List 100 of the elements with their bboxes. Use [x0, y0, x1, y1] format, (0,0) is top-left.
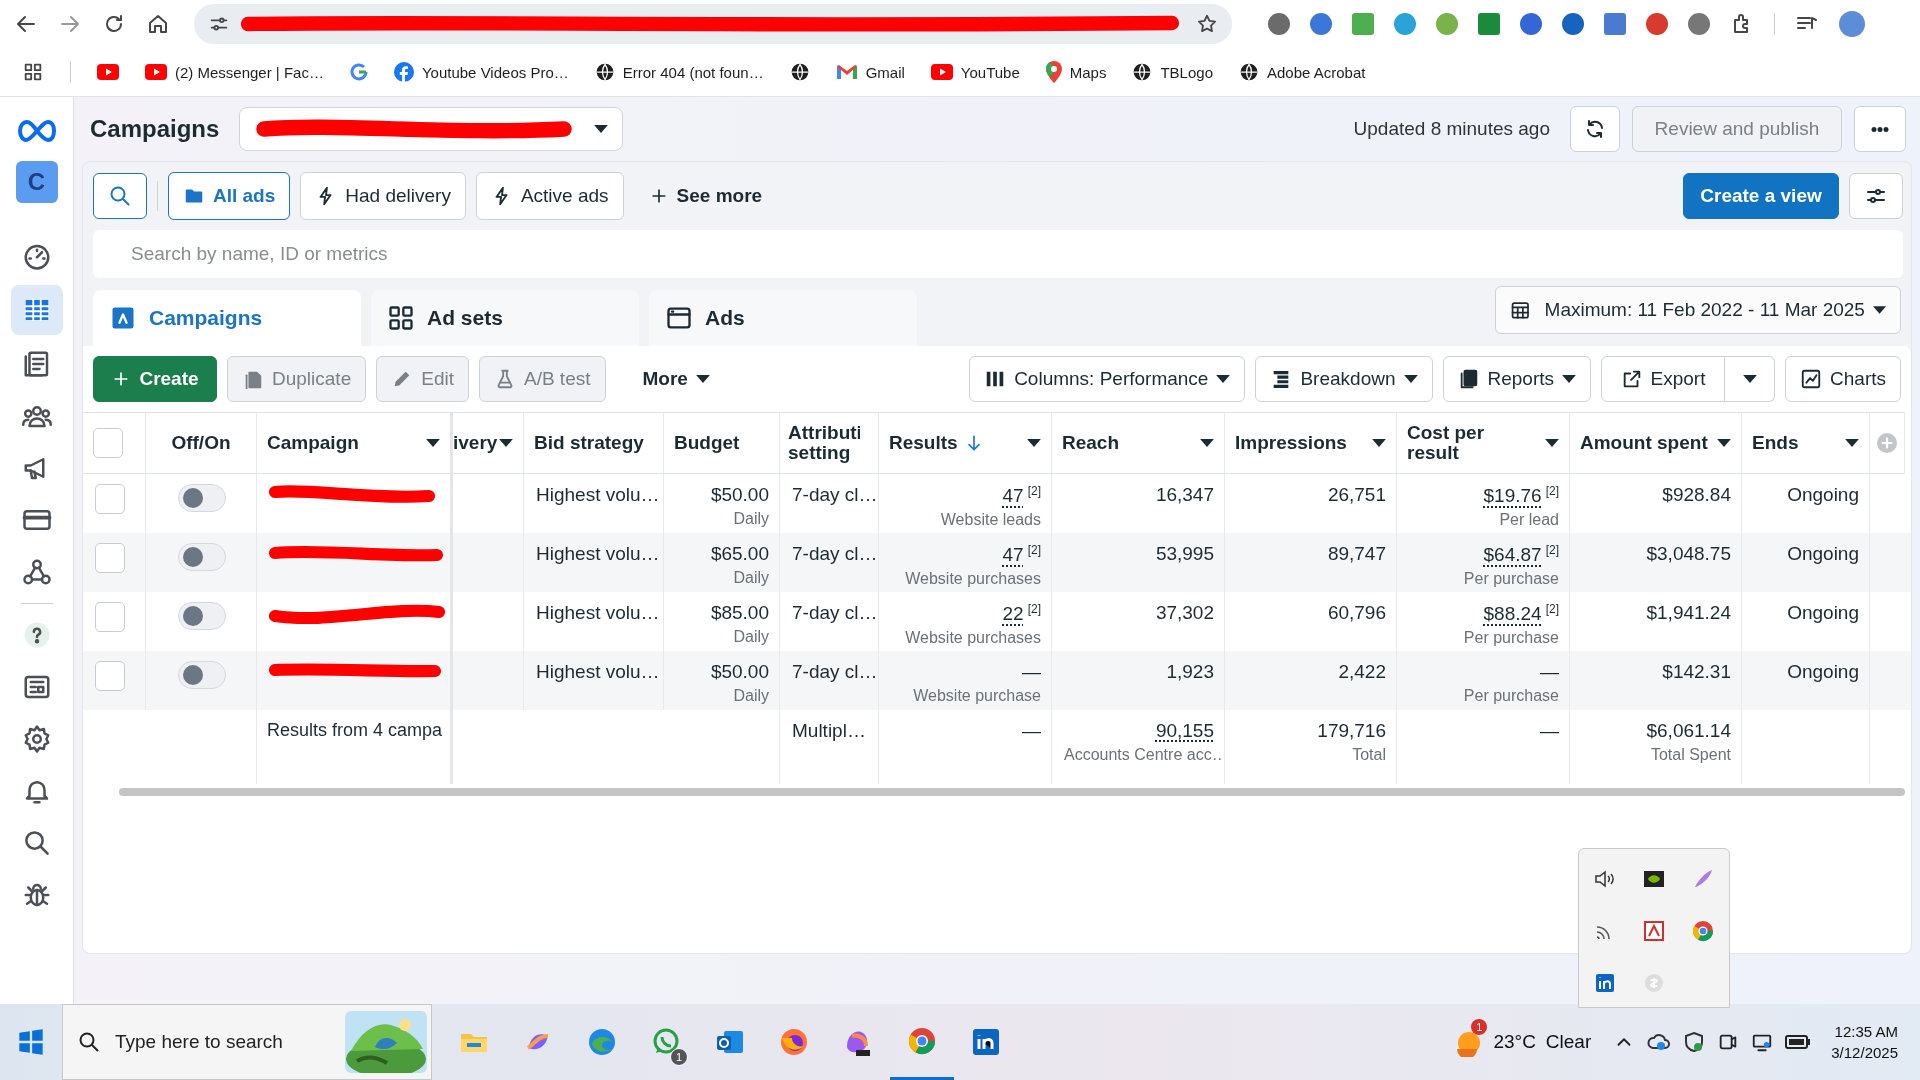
bookmark-link[interactable]: Adobe Acrobat	[1267, 63, 1366, 81]
toolbar-button[interactable]: Charts	[1785, 356, 1901, 402]
caret-icon[interactable]	[1717, 439, 1731, 447]
wave-icon[interactable]	[586, 1026, 618, 1058]
footnote-mark[interactable]: [2]	[1545, 602, 1559, 616]
footnote-mark[interactable]: [2]	[1027, 543, 1041, 557]
extension-icon[interactable]	[1688, 13, 1710, 35]
bookmark-link[interactable]: Error 404 (not foun…	[622, 63, 764, 81]
table-row[interactable]: Highest volu… $50.00 Daily 7-day cl… — Website purchase 1,923 2,422 — Per purchase $142.31 Ongoing	[83, 651, 1911, 710]
home-icon[interactable]	[146, 12, 170, 36]
toolbar-button[interactable]: Columns: Performance	[969, 356, 1246, 402]
filter-chip[interactable]: Active ads	[475, 172, 624, 220]
checkbox[interactable]	[95, 602, 125, 632]
level-tab[interactable]: Campaigns	[93, 290, 361, 346]
extension-icon[interactable]	[1520, 13, 1542, 35]
bookmark-link[interactable]: (2) Messenger | Fac…	[175, 63, 324, 81]
checkbox[interactable]	[95, 484, 125, 514]
toggle-switch[interactable]	[178, 543, 226, 571]
toggle-switch[interactable]	[178, 602, 226, 630]
fox-icon[interactable]	[778, 1026, 810, 1058]
search-button[interactable]	[93, 173, 147, 219]
address-bar[interactable]	[194, 4, 1232, 44]
more-menu-button[interactable]: More	[627, 356, 725, 402]
caret-icon[interactable]	[1200, 439, 1214, 447]
battery-icon[interactable]	[1785, 1034, 1812, 1050]
extension-icon[interactable]	[1646, 13, 1668, 35]
extension-icon[interactable]	[1268, 13, 1290, 35]
column-header[interactable]: Reach	[1052, 412, 1225, 474]
footnote-mark[interactable]: [2]	[1027, 484, 1041, 498]
see-more-button[interactable]: See more	[633, 173, 778, 219]
column-header[interactable]: Results	[879, 412, 1052, 474]
date-range-button[interactable]: Maximum: 11 Feb 2022 - 11 Mar 2025	[1495, 286, 1901, 334]
column-header[interactable]: Amount spent	[1570, 412, 1742, 474]
footnote-mark[interactable]: [2]	[1027, 602, 1041, 616]
scrollbar[interactable]	[119, 788, 1905, 796]
browser-icon[interactable]	[1690, 919, 1715, 943]
caret-icon[interactable]	[1372, 439, 1386, 447]
bookmark-link[interactable]: TBLogo	[1160, 63, 1213, 81]
table-cell: 37,302	[1155, 602, 1214, 623]
account-dropdown[interactable]	[239, 107, 624, 151]
bookmark-link[interactable]: Gmail	[865, 63, 905, 81]
windows-icon[interactable]	[17, 1028, 45, 1056]
caret-icon[interactable]	[426, 439, 440, 447]
table-cell: Ongoing	[1787, 484, 1859, 505]
caret-icon[interactable]	[1545, 439, 1559, 447]
refresh-button[interactable]	[1570, 106, 1620, 152]
account-avatar[interactable]: C	[15, 161, 58, 203]
document-app-icon[interactable]	[1642, 919, 1666, 943]
filter-chip[interactable]: All ads	[168, 172, 291, 220]
level-tab[interactable]: Ad sets	[371, 290, 639, 346]
column-header[interactable]: ivery	[453, 412, 524, 474]
extension-icon[interactable]	[1310, 13, 1332, 35]
table-icon[interactable]	[10, 285, 63, 335]
column-header[interactable]: Impressions	[1225, 412, 1397, 474]
linkedin-icon[interactable]	[970, 1026, 1002, 1058]
clock-time[interactable]: 12:35 AM	[1834, 1023, 1898, 1040]
footnote-mark[interactable]: [2]	[1545, 543, 1559, 557]
column-header[interactable]: Budget	[664, 412, 780, 474]
toolbar-button[interactable]: Export	[1601, 356, 1726, 402]
bookmark-link[interactable]: Maps	[1069, 63, 1107, 81]
bookmark-link[interactable]: Youtube Videos Pro…	[421, 63, 569, 81]
star-icon[interactable]	[1196, 13, 1218, 35]
create-view-button[interactable]: Create a view	[1683, 173, 1839, 219]
filter-chip[interactable]: Had delivery	[300, 172, 466, 220]
toolbar-button[interactable]: Reports	[1442, 356, 1592, 402]
toggle-switch[interactable]	[178, 661, 226, 689]
caret-icon[interactable]	[499, 439, 513, 447]
apps-icon[interactable]	[22, 61, 44, 83]
infinity-logo[interactable]	[16, 119, 57, 143]
caret-icon[interactable]	[1845, 439, 1859, 447]
taskbar-search-field[interactable]: Type here to search	[62, 1004, 432, 1080]
toolbar-button[interactable]: Breakdown	[1255, 356, 1433, 402]
column-header[interactable]: Attributi setting	[780, 412, 879, 474]
bookmark-link[interactable]: YouTube	[960, 63, 1020, 81]
table-cell: 7-day cl…	[792, 661, 878, 682]
checkbox[interactable]	[95, 661, 125, 691]
create-button[interactable]: Create	[93, 356, 217, 402]
caret-icon[interactable]	[1027, 439, 1041, 447]
checkbox[interactable]	[95, 543, 125, 573]
table-row[interactable]: Highest volu… $65.00 Daily 7-day cl… 47 $^{[2]}$ Website purchases 53,995 89,747 $64.87 $^{[2]}$ Per purchase $3,048.75 Ongoing	[83, 533, 1911, 592]
level-tab[interactable]: Ads	[649, 290, 917, 346]
checkbox[interactable]	[93, 428, 123, 458]
column-header[interactable]: Ends	[1742, 412, 1870, 474]
profile-avatar[interactable]	[1839, 11, 1865, 37]
clock-date[interactable]: 3/12/2025	[1831, 1044, 1898, 1061]
toggle-switch[interactable]	[178, 484, 226, 512]
column-header[interactable]: Bid strategy	[524, 412, 664, 474]
extension-icon[interactable]	[1394, 13, 1416, 35]
shield-icon[interactable]	[1683, 1031, 1706, 1053]
dropdown-button[interactable]	[1725, 356, 1776, 402]
filter-settings-button[interactable]	[1849, 173, 1903, 219]
column-header[interactable]: Cost per result	[1397, 412, 1570, 474]
extension-icon[interactable]	[1562, 13, 1584, 35]
cloud-icon[interactable]	[1647, 1032, 1672, 1052]
column-header[interactable]: Campaign	[257, 412, 453, 474]
more-button[interactable]	[1854, 106, 1906, 152]
calendar-icon	[1510, 299, 1531, 321]
footnote-mark[interactable]: [2]	[1545, 484, 1559, 498]
column-header[interactable]: Off/On	[146, 412, 257, 474]
caret-icon	[1403, 375, 1418, 383]
